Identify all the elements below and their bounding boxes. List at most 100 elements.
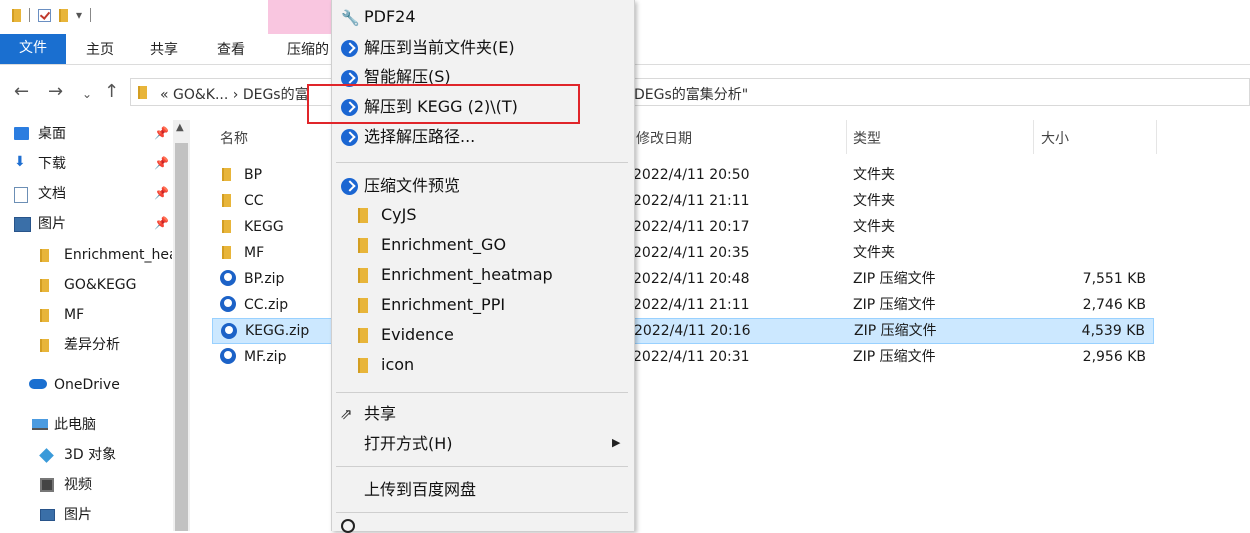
folder-icon: [222, 194, 231, 207]
sidebar-item-pictures[interactable]: 图片: [14, 212, 66, 236]
new-folder-icon[interactable]: [59, 8, 68, 22]
submenu-arrow-icon: ▶: [612, 436, 621, 449]
zip-archive-icon: [220, 348, 236, 364]
file-name: CC.zip: [244, 297, 289, 313]
menu-divider: [336, 392, 628, 393]
sidebar-item-this-pc[interactable]: 此电脑: [54, 413, 96, 437]
sidebar-item-desktop[interactable]: 桌面: [14, 122, 66, 146]
file-type: 文件夹: [853, 193, 895, 209]
picture-icon: [40, 509, 55, 521]
sidebar-item-label: 此电脑: [54, 417, 96, 433]
recent-dropdown-icon[interactable]: ⌄: [82, 84, 92, 104]
file-name: CC: [244, 193, 264, 209]
file-type: 文件夹: [853, 167, 895, 183]
preview-item[interactable]: icon: [381, 354, 414, 376]
file-date: 2022/4/11 21:11: [633, 297, 750, 313]
column-header-name[interactable]: 名称: [220, 128, 248, 148]
folder-icon: [12, 8, 21, 22]
tab-compressed[interactable]: 压缩的: [287, 38, 329, 62]
sidebar-item-onedrive[interactable]: OneDrive: [54, 373, 120, 397]
sidebar-item-label: 下载: [38, 156, 66, 172]
file-size: 7,551 KB: [1082, 271, 1146, 287]
folder-icon: [40, 279, 49, 292]
menu-item-archive-preview[interactable]: 压缩文件预览: [364, 175, 460, 197]
forward-arrow-icon[interactable]: →: [48, 82, 63, 102]
column-divider[interactable]: [1033, 120, 1034, 154]
sidebar-scrollbar-thumb[interactable]: [175, 143, 188, 531]
computer-icon: [32, 419, 48, 430]
folder-icon: [358, 358, 368, 373]
sidebar-item-diff-analysis[interactable]: 差异分析: [64, 333, 120, 357]
up-arrow-icon[interactable]: ↑: [104, 82, 119, 102]
column-divider[interactable]: [846, 120, 847, 154]
file-date: 2022/4/11 20:17: [633, 219, 750, 235]
file-size: 2,956 KB: [1082, 349, 1146, 365]
column-header-type[interactable]: 类型: [853, 128, 881, 148]
folder-icon: [40, 309, 49, 322]
tab-view[interactable]: 查看: [217, 38, 245, 62]
preview-item[interactable]: CyJS: [381, 204, 417, 226]
preview-item[interactable]: Enrichment_heatmap: [381, 264, 553, 286]
folder-icon: [358, 298, 368, 313]
scroll-up-arrow-icon[interactable]: ▲: [176, 122, 184, 133]
pin-icon[interactable]: 📌: [154, 156, 169, 170]
menu-item-pdf24[interactable]: PDF24: [364, 6, 416, 28]
sidebar-item-label: GO&KEGG: [64, 277, 137, 293]
back-arrow-icon[interactable]: ←: [14, 82, 29, 102]
tab-share[interactable]: 共享: [150, 38, 178, 62]
column-header-date[interactable]: 修改日期: [636, 128, 692, 148]
file-name: KEGG: [244, 219, 284, 235]
cloud-icon: [29, 379, 47, 389]
zip-archive-icon: [221, 323, 237, 339]
sidebar-item-videos[interactable]: 视频: [64, 473, 92, 497]
separator: [29, 8, 30, 22]
folder-icon: [222, 220, 231, 233]
pin-icon[interactable]: 📌: [154, 186, 169, 200]
menu-item-share[interactable]: 共享: [364, 403, 396, 425]
sidebar-item-mf[interactable]: MF: [64, 303, 84, 327]
sidebar-item-downloads[interactable]: ⬇ 下载: [14, 152, 66, 176]
menu-item-open-with[interactable]: 打开方式(H): [364, 433, 453, 455]
menu-item-extract-here[interactable]: 解压到当前文件夹(E): [364, 37, 515, 59]
bandizip-icon: [341, 129, 358, 146]
folder-icon: [358, 208, 368, 223]
preview-item[interactable]: Enrichment_PPI: [381, 294, 505, 316]
folder-icon: [40, 339, 49, 352]
preview-item[interactable]: Evidence: [381, 324, 454, 346]
zip-archive-icon: [220, 296, 236, 312]
separator: [90, 8, 92, 22]
file-type: ZIP 压缩文件: [853, 297, 936, 313]
menu-item-upload-baidu[interactable]: 上传到百度网盘: [364, 479, 476, 501]
file-date: 2022/4/11 20:50: [633, 167, 750, 183]
tab-home[interactable]: 主页: [86, 38, 114, 62]
folder-icon: [358, 238, 368, 253]
bandizip-icon: [341, 40, 358, 57]
pin-icon[interactable]: 📌: [154, 126, 169, 140]
breadcrumb-current[interactable]: DEGs的富集分析": [634, 84, 748, 104]
menu-divider: [336, 512, 628, 513]
customize-dropdown-icon[interactable]: ▾: [76, 8, 82, 22]
properties-icon[interactable]: [38, 8, 51, 22]
breadcrumb[interactable]: « GO&K... › DEGs的富: [160, 84, 309, 104]
column-header-size[interactable]: 大小: [1041, 128, 1069, 148]
quick-access-toolbar: ▾: [12, 6, 99, 24]
file-name: BP: [244, 167, 263, 183]
sidebar-item-gokegg[interactable]: GO&KEGG: [64, 273, 137, 297]
file-date: 2022/4/11 20:48: [633, 271, 750, 287]
tab-file[interactable]: 文件: [0, 34, 66, 64]
preview-item[interactable]: Enrichment_GO: [381, 234, 506, 256]
sidebar-item-enrichment-heatmap[interactable]: Enrichment_hea: [38, 243, 172, 267]
sidebar-item-pictures-pc[interactable]: 图片: [64, 503, 92, 527]
file-name: KEGG.zip: [245, 323, 310, 339]
sidebar-item-label: 图片: [38, 216, 66, 232]
sidebar-item-3d-objects[interactable]: 3D 对象: [64, 443, 116, 467]
sidebar-item-documents[interactable]: 文档: [14, 182, 66, 206]
annotation-highlight-box: [307, 84, 580, 124]
column-divider[interactable]: [1156, 120, 1157, 154]
compressed-tools-tab-highlight: [268, 0, 332, 34]
file-type: 文件夹: [853, 245, 895, 261]
desktop-icon: [14, 127, 29, 140]
pin-icon[interactable]: 📌: [154, 216, 169, 230]
folder-icon: [222, 168, 231, 181]
menu-item-choose-path[interactable]: 选择解压路径...: [364, 126, 475, 148]
